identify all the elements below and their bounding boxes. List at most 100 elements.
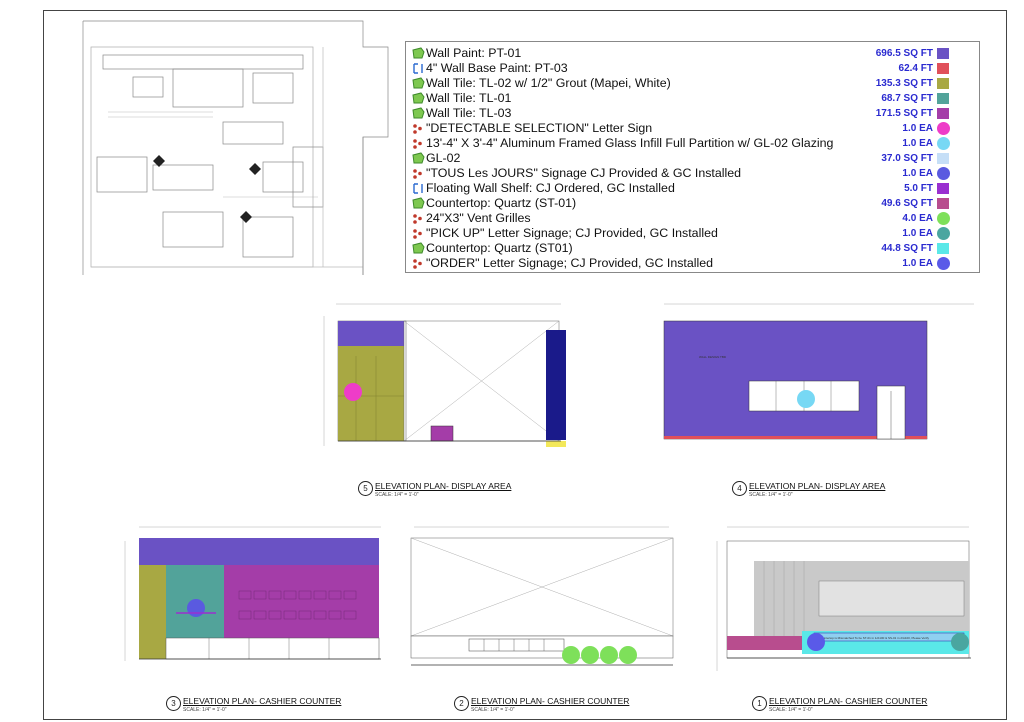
legend-color-swatch: [937, 243, 949, 254]
elevation-4-scale: SCALE: 1/4" = 1'-0": [749, 492, 793, 498]
elevation-4-drawing[interactable]: WALL DESIGN TBD: [644, 296, 984, 471]
count-icon: [411, 122, 425, 135]
legend-row[interactable]: Floating Wall Shelf: CJ Ordered, GC Inst…: [406, 181, 979, 196]
legend-color-swatch: [937, 167, 950, 180]
elevation-2-number: 2: [454, 696, 469, 711]
floor-plan[interactable]: [63, 17, 393, 275]
takeoff-legend: Wall Paint: PT-01 696.5 SQ FT 4" Wall Base…: [405, 41, 980, 273]
legend-color-swatch: [937, 153, 949, 164]
legend-color-swatch: [937, 198, 949, 209]
legend-row[interactable]: Wall Tile: TL-02 w/ 1/2" Grout (Mapei, W…: [406, 76, 979, 91]
legend-row[interactable]: "PICK UP" Letter Signage; CJ Provided, G…: [406, 226, 979, 241]
elevation-5-title: ELEVATION PLAN- DISPLAY AREA: [375, 481, 512, 491]
legend-row[interactable]: Wall Tile: TL-03 171.5 SQ FT: [406, 106, 979, 121]
elevation-3-drawing[interactable]: [119, 521, 389, 691]
legend-row[interactable]: "DETECTABLE SELECTION" Letter Sign 1.0 EA: [406, 121, 979, 136]
legend-quantity: 1.0 EA: [902, 138, 933, 149]
legend-row[interactable]: 4" Wall Base Paint: PT-03 62.4 FT: [406, 61, 979, 76]
area-icon: [411, 242, 425, 255]
count-icon: [411, 257, 425, 270]
legend-quantity: 135.3 SQ FT: [875, 78, 933, 89]
legend-color-swatch: [937, 227, 950, 240]
elevation-5-scale: SCALE: 1/4" = 1'-0": [375, 492, 419, 498]
legend-quantity: 5.0 FT: [904, 183, 933, 194]
legend-quantity: 68.7 SQ FT: [881, 93, 933, 104]
area-icon: [411, 92, 425, 105]
legend-color-swatch: [937, 93, 949, 104]
legend-row[interactable]: "ORDER" Letter Signage; CJ Provided, GC …: [406, 256, 979, 271]
legend-label: 4" Wall Base Paint: PT-03: [426, 61, 568, 75]
elevation-2-title: ELEVATION PLAN- CASHIER COUNTER: [471, 696, 630, 706]
legend-label: GL-02: [426, 151, 461, 165]
legend-label: Wall Tile: TL-03: [426, 106, 512, 120]
legend-quantity: 1.0 EA: [902, 123, 933, 134]
legend-quantity: 696.5 SQ FT: [875, 48, 933, 59]
legend-color-swatch: [937, 48, 949, 59]
elevation-2-scale: SCALE: 1/4" = 1'-0": [471, 707, 515, 713]
legend-row[interactable]: Wall Paint: PT-01 696.5 SQ FT: [406, 46, 979, 61]
legend-row[interactable]: "TOUS Les JOURS" Signage CJ Provided & G…: [406, 166, 979, 181]
legend-quantity: 44.8 SQ FT: [881, 243, 933, 254]
elevation-5-number: 5: [358, 481, 373, 496]
area-icon: [411, 152, 425, 165]
legend-quantity: 4.0 EA: [902, 213, 933, 224]
legend-label: "ORDER" Letter Signage; CJ Provided, GC …: [426, 256, 714, 270]
legend-label: 24"X3" Vent Grilles: [426, 211, 531, 225]
elevation-1-title: ELEVATION PLAN- CASHIER COUNTER: [769, 696, 928, 706]
legend-label: Countertop: Quartz (ST01): [426, 241, 573, 255]
legend-label: 13'-4" X 3'-4" Aluminum Framed Glass Inf…: [426, 136, 834, 150]
area-icon: [411, 197, 425, 210]
elevation-3-number: 3: [166, 696, 181, 711]
legend-label: Wall Tile: TL-02 w/ 1/2" Grout (Mapei, W…: [426, 76, 671, 90]
legend-color-swatch: [937, 108, 949, 119]
legend-color-swatch: [937, 63, 949, 74]
legend-quantity: 49.6 SQ FT: [881, 198, 933, 209]
legend-quantity: 62.4 FT: [898, 63, 933, 74]
count-icon: [411, 137, 425, 150]
legend-label: Wall Tile: TL-01: [426, 91, 512, 105]
count-icon: [411, 167, 425, 180]
legend-quantity: 1.0 EA: [902, 228, 933, 239]
legend-color-swatch: [937, 122, 950, 135]
linear-icon: [411, 182, 425, 195]
legend-label: Floating Wall Shelf: CJ Ordered, GC Inst…: [426, 181, 675, 195]
area-icon: [411, 77, 425, 90]
legend-color-swatch: [937, 212, 950, 225]
elevation-1-drawing[interactable]: Countertop is Mismatched To be ST-01 in …: [709, 521, 1004, 691]
elevation-1-countertop-note: Countertop is Mismatched To be ST-01 in …: [819, 636, 930, 640]
elevation-4-title: ELEVATION PLAN- DISPLAY AREA: [749, 481, 886, 491]
legend-label: "PICK UP" Letter Signage; CJ Provided, G…: [426, 226, 718, 240]
legend-row[interactable]: Countertop: Quartz (ST01) 44.8 SQ FT: [406, 241, 979, 256]
count-icon: [411, 227, 425, 240]
legend-quantity: 171.5 SQ FT: [875, 108, 933, 119]
legend-row[interactable]: GL-02 37.0 SQ FT: [406, 151, 979, 166]
elevation-1-scale: SCALE: 1/4" = 1'-0": [769, 707, 813, 713]
legend-color-swatch: [937, 257, 950, 270]
legend-color-swatch: [937, 78, 949, 89]
legend-label: "TOUS Les JOURS" Signage CJ Provided & G…: [426, 166, 742, 180]
legend-row[interactable]: 13'-4" X 3'-4" Aluminum Framed Glass Inf…: [406, 136, 979, 151]
elevation-3-title: ELEVATION PLAN- CASHIER COUNTER: [183, 696, 342, 706]
count-icon: [411, 212, 425, 225]
elevation-4-wall-note: WALL DESIGN TBD: [699, 355, 727, 359]
elevation-1-number: 1: [752, 696, 767, 711]
legend-color-swatch: [937, 183, 949, 194]
legend-quantity: 1.0 EA: [902, 258, 933, 269]
elevation-5-drawing[interactable]: [316, 296, 566, 471]
elevation-2-drawing[interactable]: [399, 521, 684, 691]
legend-quantity: 1.0 EA: [902, 168, 933, 179]
legend-label: Countertop: Quartz (ST-01): [426, 196, 577, 210]
legend-row[interactable]: Wall Tile: TL-01 68.7 SQ FT: [406, 91, 979, 106]
drawing-sheet: Wall Paint: PT-01 696.5 SQ FT 4" Wall Base…: [43, 10, 1007, 720]
legend-label: "DETECTABLE SELECTION" Letter Sign: [426, 121, 653, 135]
area-icon: [411, 107, 425, 120]
legend-color-swatch: [937, 137, 950, 150]
legend-row[interactable]: 24"X3" Vent Grilles 4.0 EA: [406, 211, 979, 226]
linear-icon: [411, 62, 425, 75]
legend-label: Wall Paint: PT-01: [426, 46, 522, 60]
area-icon: [411, 47, 425, 60]
elevation-3-scale: SCALE: 1/4" = 1'-0": [183, 707, 227, 713]
legend-row[interactable]: Countertop: Quartz (ST-01) 49.6 SQ FT: [406, 196, 979, 211]
elevation-4-number: 4: [732, 481, 747, 496]
legend-quantity: 37.0 SQ FT: [881, 153, 933, 164]
